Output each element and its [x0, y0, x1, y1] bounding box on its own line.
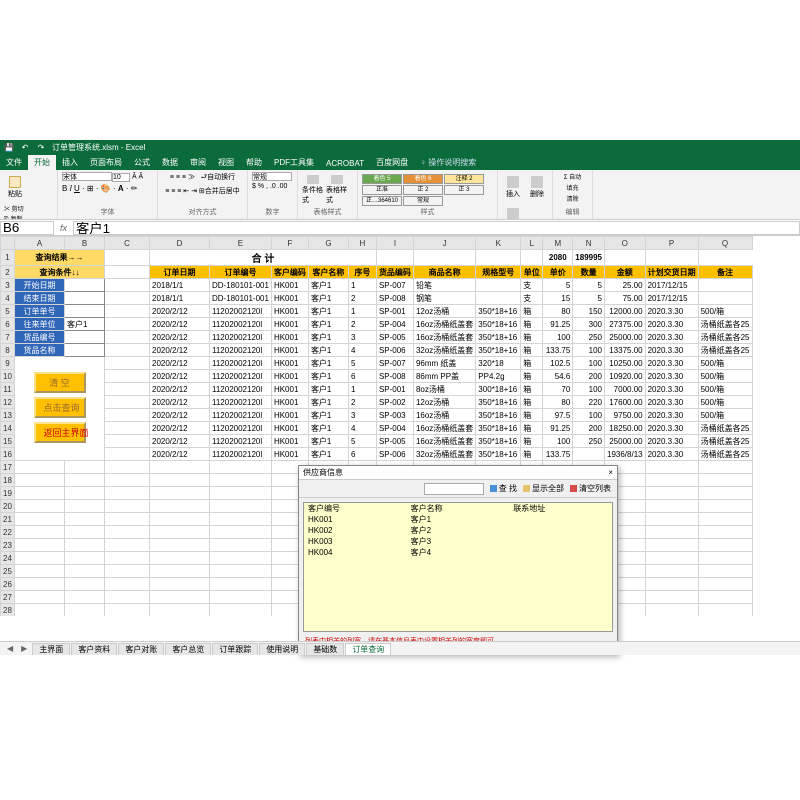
redo-icon[interactable]: ↷	[36, 142, 46, 152]
col-header[interactable]: K	[476, 237, 521, 250]
sheet-tab[interactable]: 客户总览	[165, 643, 211, 655]
return-button[interactable]: 返回主界面	[34, 422, 86, 443]
sheet-tab[interactable]: 订单跟踪	[212, 643, 258, 655]
sheet-tab-bar: ◀ ▶ 主界面客户资料客户对账客户总览订单跟踪使用说明基础数订单查询	[0, 641, 800, 655]
col-header[interactable]: B	[65, 237, 105, 250]
dialog-query-button[interactable]: 查 找	[490, 483, 517, 494]
col-header[interactable]: G	[308, 237, 348, 250]
col-header[interactable]: O	[605, 237, 646, 250]
cell-style-5[interactable]: 正 2	[403, 185, 443, 195]
sheet-tab[interactable]: 客户资料	[71, 643, 117, 655]
tab-baidu[interactable]: 百度网盘	[370, 155, 414, 170]
font-size-select[interactable]	[112, 173, 130, 182]
group-tablestyles: 表格样式	[302, 207, 353, 217]
tab-formula[interactable]: 公式	[128, 155, 156, 170]
tab-data[interactable]: 数据	[156, 155, 184, 170]
tab-acrobat[interactable]: ACROBAT	[320, 157, 370, 170]
sheet-nav-prev[interactable]: ◀	[4, 644, 16, 653]
clear-button[interactable]: 清除	[566, 194, 578, 203]
dialog-showall-button[interactable]: 显示全部	[523, 483, 564, 494]
col-header[interactable]: C	[105, 237, 150, 250]
col-header[interactable]: E	[210, 237, 272, 250]
sheet-tab[interactable]: 使用说明	[259, 643, 305, 655]
sheet-tab[interactable]: 客户对账	[118, 643, 164, 655]
supplier-dialog: 供应商信息 × 查 找 显示全部 清空列表 客户编号客户名称联系地址HK001客…	[298, 465, 618, 655]
col-header[interactable]: D	[150, 237, 210, 250]
col-header[interactable]: F	[271, 237, 308, 250]
col-header[interactable]: J	[413, 237, 475, 250]
save-icon[interactable]: 💾	[4, 142, 14, 152]
col-header[interactable]: N	[573, 237, 605, 250]
col-header[interactable]: M	[543, 237, 573, 250]
row-header[interactable]: 1	[1, 250, 15, 266]
tab-layout[interactable]: 页面布局	[84, 155, 128, 170]
cond-format-button[interactable]: 条件格式	[302, 175, 324, 205]
cell-style-4[interactable]: 正准	[362, 185, 402, 195]
tell-me[interactable]: ♀ 操作说明搜索	[414, 155, 482, 170]
group-number: 数字	[252, 207, 293, 217]
cell-style-8[interactable]: 常规	[403, 196, 443, 206]
sheet-tab[interactable]: 主界面	[32, 643, 70, 655]
name-box[interactable]	[0, 221, 54, 235]
window-title: 订单管理系统.xlsm - Excel	[52, 142, 145, 153]
fx-icon[interactable]: fx	[54, 223, 73, 233]
dialog-clear-button[interactable]: 清空列表	[570, 483, 611, 494]
ribbon: 粘贴 ✂ 剪切 ⎘ 复制 🖌 格式刷 剪贴板 Â Ǎ B I U · ⊞ ·…	[0, 170, 800, 220]
number-format-select[interactable]	[252, 172, 292, 181]
col-header[interactable]: H	[348, 237, 376, 250]
query-button[interactable]: 点击查询	[34, 397, 86, 418]
cut-button[interactable]: ✂ 剪切	[4, 204, 31, 213]
cell-style-2[interactable]: 着色 6	[403, 174, 443, 184]
dialog-title: 供应商信息	[303, 467, 343, 478]
font-family-select[interactable]	[62, 172, 112, 181]
cell-style-1[interactable]: 着色 5	[362, 174, 402, 184]
cell-style-3[interactable]: 注释 2	[444, 174, 484, 184]
dialog-search-input[interactable]	[424, 483, 484, 495]
col-header[interactable]: P	[645, 237, 698, 250]
paste-button[interactable]: 粘贴	[4, 172, 26, 202]
sheet-nav-next[interactable]: ▶	[18, 644, 30, 653]
delete-cell-button[interactable]: 删除	[526, 172, 548, 202]
tab-view[interactable]: 视图	[212, 155, 240, 170]
col-header[interactable]: A	[15, 237, 65, 250]
cell-style-7[interactable]: 正…364610	[362, 196, 402, 206]
col-header[interactable]: Q	[698, 237, 752, 250]
undo-icon[interactable]: ↶	[20, 142, 30, 152]
format-cell-button[interactable]: 格式	[502, 204, 524, 220]
sheet-tab[interactable]: 基础数	[306, 643, 344, 655]
tab-pdf[interactable]: PDF工具集	[268, 155, 320, 170]
formula-bar[interactable]	[73, 221, 800, 235]
sheet-tab[interactable]: 订单查询	[345, 643, 391, 655]
tab-file[interactable]: 文件	[0, 155, 28, 170]
group-font: 字体	[62, 207, 153, 217]
group-editing: 编辑	[557, 207, 588, 217]
fill-button[interactable]: 填充	[566, 183, 578, 192]
col-header[interactable]: L	[521, 237, 543, 250]
dialog-close-icon[interactable]: ×	[608, 468, 613, 477]
clear-button[interactable]: 清 空	[34, 372, 86, 393]
tab-home[interactable]: 开始	[28, 155, 56, 170]
tab-insert[interactable]: 插入	[56, 155, 84, 170]
wrap-text-button[interactable]: 自动换行	[207, 174, 235, 181]
col-header[interactable]: I	[376, 237, 413, 250]
tab-help[interactable]: 帮助	[240, 155, 268, 170]
ribbon-tabs: 文件 开始 插入 页面布局 公式 数据 审阅 视图 帮助 PDF工具集 ACRO…	[0, 154, 800, 170]
autosum-button[interactable]: Σ 自动	[564, 172, 581, 181]
dialog-list[interactable]: 客户编号客户名称联系地址HK001客户1HK002客户2HK003客户3HK00…	[303, 502, 613, 632]
quick-access-toolbar: 💾 ↶ ↷ 订单管理系统.xlsm - Excel	[0, 140, 800, 154]
group-styles: 样式	[362, 207, 493, 217]
cell-style-6[interactable]: 正 3	[444, 185, 484, 195]
group-align: 对齐方式	[162, 207, 243, 217]
tab-review[interactable]: 审阅	[184, 155, 212, 170]
insert-cell-button[interactable]: 插入	[502, 172, 524, 202]
merge-button[interactable]: 合并后居中	[205, 188, 240, 195]
table-style-button[interactable]: 表格样式	[326, 175, 348, 205]
